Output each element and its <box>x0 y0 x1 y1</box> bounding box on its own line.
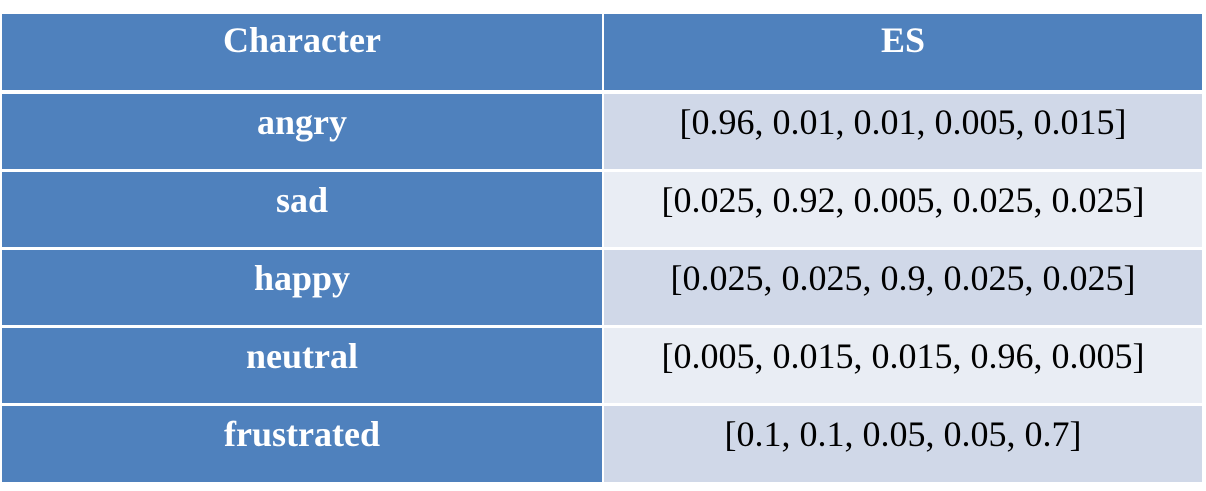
table-row: neutral [0.005, 0.015, 0.015, 0.96, 0.00… <box>2 326 1204 406</box>
row-value-es: [0.005, 0.015, 0.015, 0.96, 0.005] <box>603 326 1204 406</box>
table-row: frustrated [0.1, 0.1, 0.05, 0.05, 0.7] <box>2 404 1204 482</box>
row-label-character: happy <box>2 248 604 328</box>
header-es: ES <box>603 14 1204 94</box>
row-label-character: angry <box>2 92 604 172</box>
row-value-es: [0.025, 0.025, 0.9, 0.025, 0.025] <box>603 248 1204 328</box>
row-value-es: [0.025, 0.92, 0.005, 0.025, 0.025] <box>603 170 1204 250</box>
row-value-es: [0.96, 0.01, 0.01, 0.005, 0.015] <box>603 92 1204 172</box>
row-label-character: frustrated <box>2 404 604 482</box>
header-character: Character <box>2 14 604 94</box>
table-row: sad [0.025, 0.92, 0.005, 0.025, 0.025] <box>2 170 1204 250</box>
table-row: angry [0.96, 0.01, 0.01, 0.005, 0.015] <box>2 92 1204 172</box>
row-label-character: neutral <box>2 326 604 406</box>
emotion-table: Character ES angry [0.96, 0.01, 0.01, 0.… <box>2 14 1204 482</box>
row-value-es: [0.1, 0.1, 0.05, 0.05, 0.7] <box>603 404 1204 482</box>
table-row: happy [0.025, 0.025, 0.9, 0.025, 0.025] <box>2 248 1204 328</box>
table-header-row: Character ES <box>2 14 1204 94</box>
row-label-character: sad <box>2 170 604 250</box>
